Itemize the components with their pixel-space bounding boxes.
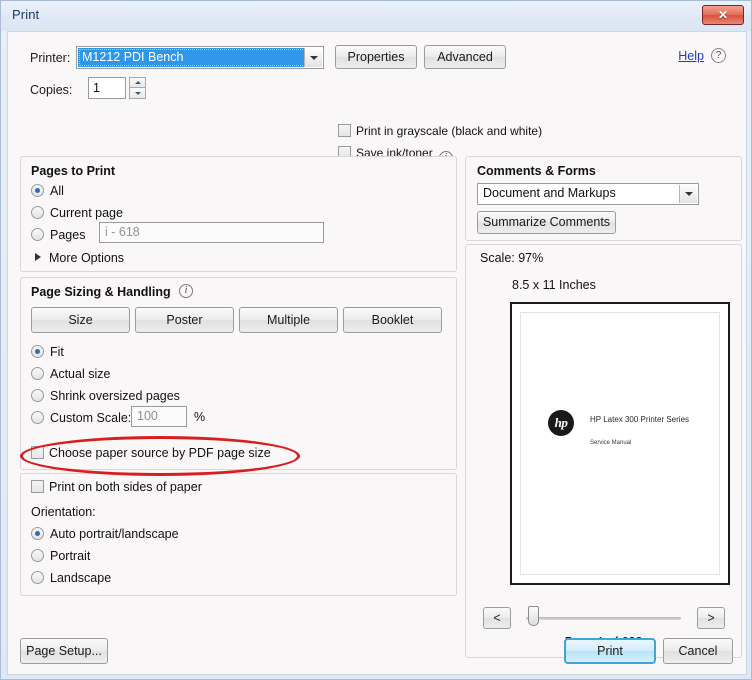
cancel-button[interactable]: Cancel bbox=[663, 638, 733, 664]
chevron-down-icon[interactable] bbox=[304, 48, 322, 67]
radio-landscape[interactable]: Landscape bbox=[31, 571, 111, 585]
radio-fit[interactable]: Fit bbox=[31, 345, 64, 359]
preview-panel: Scale: 97% 8.5 x 11 Inches hp HP Latex 3… bbox=[465, 244, 742, 658]
radio-actual-size[interactable]: Actual size bbox=[31, 367, 110, 381]
more-options-label: More Options bbox=[49, 251, 125, 265]
radio-icon bbox=[31, 345, 44, 358]
summarize-comments-button[interactable]: Summarize Comments bbox=[477, 211, 616, 234]
preview-paper-size: 8.5 x 11 Inches bbox=[512, 278, 596, 292]
comments-forms-header: Comments & Forms bbox=[477, 164, 596, 178]
page-sizing-header: Page Sizing & Handling bbox=[31, 285, 171, 299]
radio-fit-label: Fit bbox=[50, 345, 64, 359]
page-preview-thumbnail: hp HP Latex 300 Printer Series Service M… bbox=[510, 302, 730, 585]
comments-forms-value: Document and Markups bbox=[483, 186, 616, 200]
more-options-toggle[interactable]: More Options bbox=[35, 251, 124, 265]
radio-auto-orientation[interactable]: Auto portrait/landscape bbox=[31, 527, 179, 541]
page-preview-content: hp HP Latex 300 Printer Series Service M… bbox=[520, 312, 720, 575]
dialog-content: Printer: M1212 PDI Bench Properties Adva… bbox=[7, 31, 747, 675]
page-setup-button[interactable]: Page Setup... bbox=[20, 638, 108, 664]
radio-icon bbox=[31, 527, 44, 540]
radio-auto-label: Auto portrait/landscape bbox=[50, 527, 179, 541]
radio-landscape-label: Landscape bbox=[50, 571, 112, 585]
pages-to-print-panel: Pages to Print All Current page Pages i … bbox=[20, 156, 457, 272]
booklet-button[interactable]: Booklet bbox=[343, 307, 442, 333]
radio-custom-scale[interactable]: Custom Scale: bbox=[31, 411, 131, 425]
preview-document-title: HP Latex 300 Printer Series bbox=[590, 415, 690, 424]
radio-icon bbox=[31, 389, 44, 402]
radio-icon bbox=[31, 206, 44, 219]
checkbox-icon bbox=[31, 480, 44, 493]
radio-pages-label: Pages bbox=[50, 228, 86, 242]
print-both-sides-label: Print on both sides of paper bbox=[49, 480, 202, 494]
radio-actual-size-label: Actual size bbox=[50, 367, 111, 381]
chevron-down-icon[interactable] bbox=[679, 185, 697, 203]
stepper-down-icon[interactable] bbox=[129, 88, 146, 99]
radio-all-label: All bbox=[50, 184, 64, 198]
print-grayscale-label: Print in grayscale (black and white) bbox=[356, 124, 543, 138]
radio-icon bbox=[31, 549, 44, 562]
comments-forms-select[interactable]: Document and Markups bbox=[477, 183, 699, 205]
help-icon[interactable]: ? bbox=[711, 48, 726, 63]
window-title: Print bbox=[12, 7, 40, 22]
size-button[interactable]: Size bbox=[31, 307, 130, 333]
comments-forms-panel: Comments & Forms Document and Markups Su… bbox=[465, 156, 742, 241]
custom-scale-input[interactable]: 100 bbox=[131, 406, 187, 427]
help-link[interactable]: Help bbox=[678, 49, 704, 63]
copies-input[interactable]: 1 bbox=[88, 77, 126, 99]
pages-range-input[interactable]: i - 618 bbox=[99, 222, 324, 243]
properties-button[interactable]: Properties bbox=[335, 45, 417, 69]
checkbox-icon bbox=[338, 124, 351, 137]
printer-label: Printer: bbox=[30, 51, 71, 65]
page-slider-track[interactable] bbox=[526, 617, 681, 620]
checkbox-icon bbox=[31, 446, 44, 459]
printer-select[interactable]: M1212 PDI Bench bbox=[76, 46, 324, 69]
stepper-up-icon[interactable] bbox=[129, 77, 146, 88]
radio-icon bbox=[31, 184, 44, 197]
copies-stepper[interactable] bbox=[129, 77, 146, 99]
preview-scale-label: Scale: 97% bbox=[480, 251, 544, 265]
orientation-label: Orientation: bbox=[31, 505, 96, 519]
printer-selected-value: M1212 PDI Bench bbox=[78, 48, 306, 67]
advanced-button[interactable]: Advanced bbox=[424, 45, 506, 69]
chevron-right-icon bbox=[35, 253, 41, 261]
radio-icon bbox=[31, 367, 44, 380]
radio-portrait-label: Portrait bbox=[50, 549, 91, 563]
close-icon[interactable]: ✕ bbox=[702, 5, 744, 25]
print-button[interactable]: Print bbox=[564, 638, 656, 664]
sides-orientation-panel: Print on both sides of paper Orientation… bbox=[20, 473, 457, 596]
multiple-button[interactable]: Multiple bbox=[239, 307, 338, 333]
preview-document-subtitle: Service Manual bbox=[590, 440, 632, 446]
print-dialog-window: Print ✕ Printer: M1212 PDI Bench Propert… bbox=[0, 0, 752, 680]
radio-icon bbox=[31, 571, 44, 584]
radio-current-page[interactable]: Current page bbox=[31, 206, 123, 220]
title-bar: Print ✕ bbox=[1, 1, 751, 31]
radio-pages[interactable]: Pages bbox=[31, 228, 85, 242]
radio-custom-scale-label: Custom Scale: bbox=[50, 411, 132, 425]
page-slider-handle[interactable] bbox=[528, 606, 539, 626]
radio-shrink-oversized[interactable]: Shrink oversized pages bbox=[31, 389, 180, 403]
print-both-sides-checkbox[interactable]: Print on both sides of paper bbox=[31, 480, 202, 494]
hp-logo-icon: hp bbox=[548, 410, 574, 436]
radio-portrait[interactable]: Portrait bbox=[31, 549, 90, 563]
choose-paper-source-checkbox[interactable]: Choose paper source by PDF page size bbox=[31, 446, 271, 460]
page-sizing-panel: Page Sizing & Handling i Size Poster Mul… bbox=[20, 277, 457, 470]
pages-to-print-header: Pages to Print bbox=[31, 164, 116, 178]
radio-current-page-label: Current page bbox=[50, 206, 123, 220]
previous-page-button[interactable]: < bbox=[483, 607, 511, 629]
info-icon[interactable]: i bbox=[179, 284, 193, 298]
next-page-button[interactable]: > bbox=[697, 607, 725, 629]
radio-all[interactable]: All bbox=[31, 184, 64, 198]
choose-paper-source-label: Choose paper source by PDF page size bbox=[49, 446, 271, 460]
percent-label: % bbox=[194, 410, 206, 424]
print-grayscale-checkbox[interactable]: Print in grayscale (black and white) bbox=[338, 124, 542, 138]
radio-shrink-label: Shrink oversized pages bbox=[50, 389, 180, 403]
radio-icon bbox=[31, 411, 44, 424]
poster-button[interactable]: Poster bbox=[135, 307, 234, 333]
copies-label: Copies: bbox=[30, 83, 73, 97]
radio-icon bbox=[31, 228, 44, 241]
